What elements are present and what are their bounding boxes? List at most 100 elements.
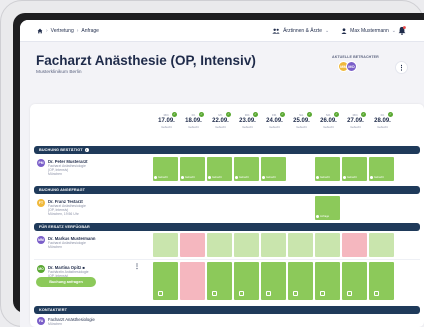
doctor-location: München	[48, 245, 62, 250]
date: 22.09.	[212, 118, 229, 124]
doctors-menu[interactable]: Ärztinnen & Ärzte ⌄	[272, 28, 329, 34]
checkbox-icon	[347, 291, 352, 296]
section-header-available: FÜR ERSATZ VERFÜGBAR	[34, 223, 420, 231]
day-slot-empty	[288, 196, 313, 220]
slot-status: Gebucht	[374, 176, 384, 179]
section-title: BUCHUNG ANGEFRAGT	[39, 188, 86, 192]
availability-row-markus	[153, 233, 396, 257]
day-slot-selected[interactable]	[342, 262, 367, 300]
avatar: PM	[37, 159, 45, 167]
breadcrumb: › Vertretung › Anfrage	[37, 28, 99, 34]
day-status: Gebucht	[161, 125, 172, 129]
day-slot[interactable]: Gebucht	[342, 157, 367, 181]
slot-status: Gebucht	[185, 176, 195, 179]
day-slot-selected[interactable]	[207, 262, 232, 300]
date: 25.09.	[293, 118, 310, 124]
section-header-offered: BUCHUNG ANGEFRAGT	[34, 186, 420, 194]
day-slot-available[interactable]	[207, 233, 232, 257]
request-booking-button[interactable]: Buchung anfragen	[36, 277, 96, 287]
page-subtitle: Musterklinikum Berlin	[36, 70, 82, 75]
section-header-confirmed: BUCHUNG BESTÄTIGT i	[34, 146, 420, 154]
checkbox-icon	[293, 291, 298, 296]
section-title: BUCHUNG BESTÄTIGT	[39, 148, 83, 152]
doctor-details: Facharzt Anästhesiologie München	[48, 241, 108, 249]
day-slot[interactable]: Gebucht	[369, 157, 394, 181]
slot-status: Gebucht	[158, 176, 168, 179]
breadcrumb-separator: ›	[76, 27, 79, 34]
day-slot-available[interactable]	[288, 233, 313, 257]
slot-status: Gebucht	[239, 176, 249, 179]
chevron-down-icon: ⌄	[391, 28, 396, 34]
checkbox-icon	[320, 291, 325, 296]
home-icon[interactable]	[37, 28, 43, 34]
checkbox-icon	[212, 291, 217, 296]
check-icon: ✓	[172, 112, 177, 117]
day-slot-selected[interactable]	[369, 262, 394, 300]
day-slot-available[interactable]	[234, 233, 259, 257]
checkbox-icon	[266, 291, 271, 296]
day-status: Gebucht	[296, 125, 307, 129]
day-slot-empty	[288, 157, 313, 181]
day-slot[interactable]: Gebucht	[207, 157, 232, 181]
section-title: FÜR ERSATZ VERFÜGBAR	[39, 225, 90, 229]
avatar: MO	[37, 265, 45, 273]
day-slot-empty	[342, 196, 367, 220]
day-slot-empty	[234, 196, 259, 220]
day-slot-available[interactable]	[261, 233, 286, 257]
day-column: SO. 26.09. Gebucht ✓	[315, 112, 342, 129]
avatar[interactable]: MO	[346, 61, 357, 72]
day-column: MO. 17.09. Gebucht ✓	[153, 112, 180, 129]
user-icon	[341, 28, 347, 34]
day-slot-available[interactable]	[315, 233, 340, 257]
day-slot-empty	[261, 196, 286, 220]
day-status: Gebucht	[350, 125, 361, 129]
day-slot-available[interactable]	[153, 233, 178, 257]
day-slot[interactable]: Gebucht	[315, 157, 340, 181]
day-slot-requested[interactable]: Anfrage	[315, 196, 340, 220]
date: 18.09.	[185, 118, 202, 124]
day-column: FR. 24.09. Gebucht ✓	[261, 112, 288, 129]
check-icon: ✓	[280, 112, 285, 117]
day-column: MI. 22.09. Gebucht ✓	[207, 112, 234, 129]
date: 27.09.	[347, 118, 364, 124]
more-options-button[interactable]: ⋮	[395, 61, 408, 74]
day-slot[interactable]: Gebucht	[261, 157, 286, 181]
check-icon: ✓	[253, 112, 258, 117]
day-slot-empty	[153, 196, 178, 220]
kebab-icon: ⋮	[398, 64, 405, 72]
day-slot-selected[interactable]	[153, 262, 178, 300]
row-more-button[interactable]: ⋮	[134, 263, 140, 270]
day-slot[interactable]: Gebucht	[180, 157, 205, 181]
day-slot-empty	[369, 196, 394, 220]
section-header-contacted: KONTAKTIERT	[34, 306, 420, 314]
day-slot-selected[interactable]	[261, 262, 286, 300]
day-status: Gebucht	[377, 125, 388, 129]
check-icon: ✓	[361, 112, 366, 117]
top-navigation: › Vertretung › Anfrage Ärztinnen & Ärzte…	[20, 20, 424, 42]
doctor-location: München	[48, 172, 62, 177]
day-slot-empty	[180, 196, 205, 220]
user-menu[interactable]: Max Mustermann ⌄	[341, 28, 396, 34]
availability-row-martina	[153, 262, 396, 300]
notification-bell[interactable]	[398, 26, 406, 35]
check-icon: ✓	[388, 112, 393, 117]
day-slot-selected[interactable]	[315, 262, 340, 300]
page-title: Facharzt Anästhesie (OP, Intensiv)	[36, 53, 256, 68]
info-icon[interactable]: i	[84, 148, 89, 152]
breadcrumb-item-vertretung[interactable]: Vertretung	[51, 28, 74, 34]
day-slot-selected[interactable]	[234, 262, 259, 300]
user-menu-label: Max Mustermann	[350, 28, 389, 34]
date: 23.09.	[239, 118, 256, 124]
day-status: Gebucht	[269, 125, 280, 129]
day-slot[interactable]: Gebucht	[234, 157, 259, 181]
checkbox-icon	[374, 291, 379, 296]
check-icon: ✓	[199, 112, 204, 117]
slot-status: Gebucht	[347, 176, 357, 179]
day-column: SA. 25.09. Gebucht ✓	[288, 112, 315, 129]
slot-status: Gebucht	[212, 176, 222, 179]
day-slot[interactable]: Gebucht	[153, 157, 178, 181]
checkbox-icon	[239, 291, 244, 296]
day-slot-available[interactable]	[369, 233, 394, 257]
slot-status: Anfrage	[320, 215, 330, 218]
day-slot-selected[interactable]	[288, 262, 313, 300]
